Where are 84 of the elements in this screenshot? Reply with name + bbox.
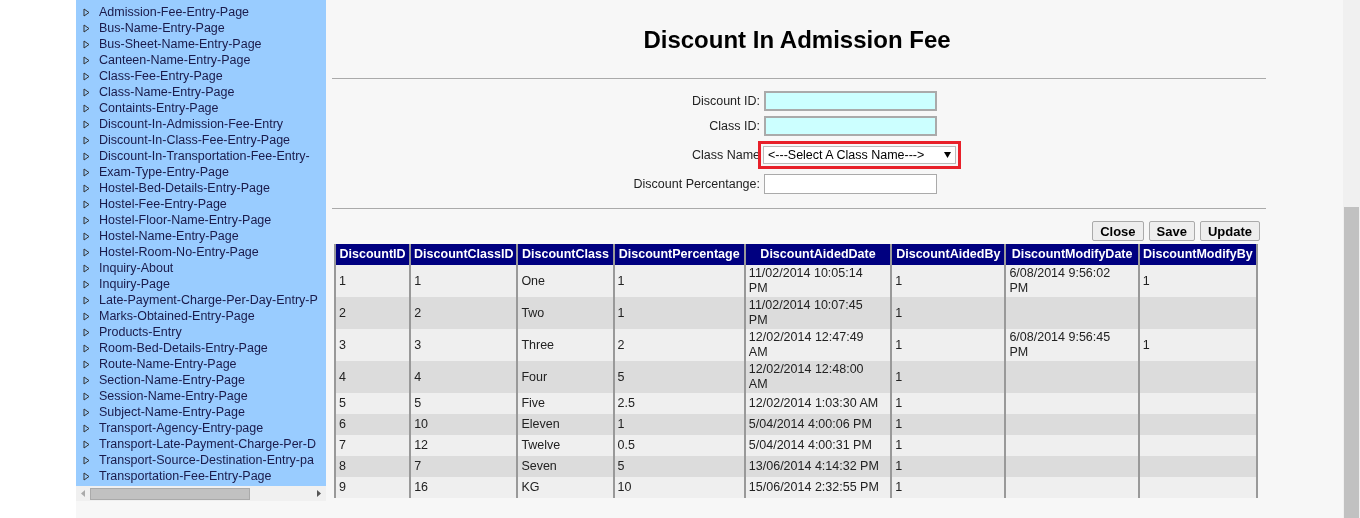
table-cell: Five bbox=[521, 396, 545, 410]
table-cell-text: 12/02/2014 12:47:49 AM bbox=[748, 330, 865, 360]
action-button[interactable]: Update bbox=[1199, 221, 1260, 241]
table-cell: 1 bbox=[895, 369, 903, 384]
table-cell-text: 11/02/2014 10:05:14 PM bbox=[748, 266, 864, 296]
table-cell: 1 bbox=[1142, 337, 1150, 352]
table-cell: 6 bbox=[339, 417, 346, 431]
table-cell: Three bbox=[521, 337, 555, 352]
table-cell: 10 bbox=[617, 480, 632, 494]
table-cell: Seven bbox=[521, 459, 557, 473]
column-header: DiscountModifyDate bbox=[1005, 244, 1139, 265]
table-cell: 3 bbox=[414, 337, 422, 352]
table-cell: 1 bbox=[895, 396, 903, 410]
scroll-right-icon[interactable] bbox=[316, 490, 322, 497]
table-cell: 5 bbox=[414, 396, 422, 410]
table-cell: 1 bbox=[339, 273, 346, 288]
table-cell: 5/04/2014 4:00:31 PM bbox=[748, 438, 872, 453]
field-label: Class ID: bbox=[708, 117, 761, 135]
table-cell: One bbox=[521, 273, 545, 288]
table-cell: 2 bbox=[414, 305, 422, 320]
table-cell: 7 bbox=[414, 459, 422, 473]
table-cell: 3 bbox=[339, 337, 346, 352]
table-cell: 4 bbox=[414, 369, 422, 384]
text-field[interactable] bbox=[764, 174, 937, 194]
text-field[interactable] bbox=[764, 91, 937, 111]
table-cell: 9 bbox=[339, 480, 346, 494]
table-cell: KG bbox=[521, 480, 540, 494]
table-cell: 1 bbox=[617, 305, 625, 320]
table-cell: 0.5 bbox=[617, 438, 635, 452]
table-cell: 13/06/2014 4:14:32 PM bbox=[748, 459, 879, 474]
table-cell: 1 bbox=[895, 305, 903, 320]
table-cell: 10 bbox=[414, 417, 429, 431]
table-cell: 5/04/2014 4:00:06 PM bbox=[748, 417, 872, 432]
column-header: DiscountModifyBy bbox=[1138, 244, 1257, 265]
table-cell: 12/02/2014 1:03:30 AM bbox=[748, 396, 879, 411]
table-cell: 12 bbox=[414, 438, 429, 452]
table-cell: 5 bbox=[617, 459, 625, 473]
table-cell-text: 12/02/2014 12:48:00 AM bbox=[748, 362, 865, 392]
table-cell: Four bbox=[521, 369, 548, 384]
table-cell: 7 bbox=[339, 438, 346, 452]
table-cell: 1 bbox=[895, 417, 903, 431]
class-name-dropdown[interactable]: <---Select A Class Name---> bbox=[763, 146, 956, 164]
table-cell: 5 bbox=[339, 396, 346, 410]
horizontal-scrollbar[interactable] bbox=[76, 486, 326, 501]
table-cell: 2.5 bbox=[617, 396, 635, 410]
text-field[interactable] bbox=[764, 116, 937, 136]
table-cell: 1 bbox=[617, 273, 625, 288]
column-header: DiscountAidedBy bbox=[891, 244, 1006, 265]
table-cell: 2 bbox=[339, 305, 346, 320]
table-cell-text: 11/02/2014 10:07:45 PM bbox=[748, 298, 864, 328]
column-header: DiscountClassID bbox=[410, 244, 518, 265]
table-cell: 8 bbox=[339, 459, 346, 473]
field-label: Discount Percentange: bbox=[632, 175, 761, 193]
action-button[interactable]: Save bbox=[1148, 221, 1195, 241]
column-header: DiscountID bbox=[335, 244, 411, 265]
table-cell: 1 bbox=[617, 417, 625, 431]
table-cell: 4 bbox=[339, 369, 346, 384]
table-cell: Two bbox=[521, 305, 545, 320]
table-cell: 16 bbox=[414, 480, 429, 494]
table-cell: 15/06/2014 2:32:55 PM bbox=[748, 480, 879, 495]
table-cell: Eleven bbox=[521, 417, 560, 431]
table-cell: 1 bbox=[895, 480, 903, 494]
page-title: Discount In Admission Fee bbox=[642, 25, 952, 55]
field-label: Discount ID: bbox=[690, 92, 761, 110]
action-button[interactable]: Close bbox=[1092, 221, 1144, 241]
table-cell: 1 bbox=[895, 459, 903, 473]
table-cell: 2 bbox=[617, 337, 625, 352]
table-cell: 1 bbox=[414, 273, 422, 288]
table-cell: Twelve bbox=[521, 438, 561, 452]
table-cell: 1 bbox=[1142, 273, 1150, 288]
dropdown-caret-icon bbox=[944, 152, 951, 158]
scrollbar-thumb[interactable] bbox=[1344, 207, 1359, 518]
table-cell: 1 bbox=[895, 273, 903, 288]
column-header: DiscountClass bbox=[517, 244, 614, 265]
table-cell-text: 6/08/2014 9:56:45 PM bbox=[1009, 330, 1112, 360]
table-cell-text: 6/08/2014 9:56:02 PM bbox=[1009, 266, 1112, 296]
column-header: DiscountAidedDate bbox=[744, 244, 892, 265]
field-label: Class Name bbox=[690, 146, 761, 164]
table-cell: 1 bbox=[895, 337, 903, 352]
table-cell: 5 bbox=[617, 369, 625, 384]
scrollbar-thumb[interactable] bbox=[90, 487, 250, 500]
table-cell: 1 bbox=[895, 438, 903, 452]
column-header: DiscountPercentage bbox=[613, 244, 745, 265]
vertical-scrollbar[interactable] bbox=[1343, 0, 1360, 518]
